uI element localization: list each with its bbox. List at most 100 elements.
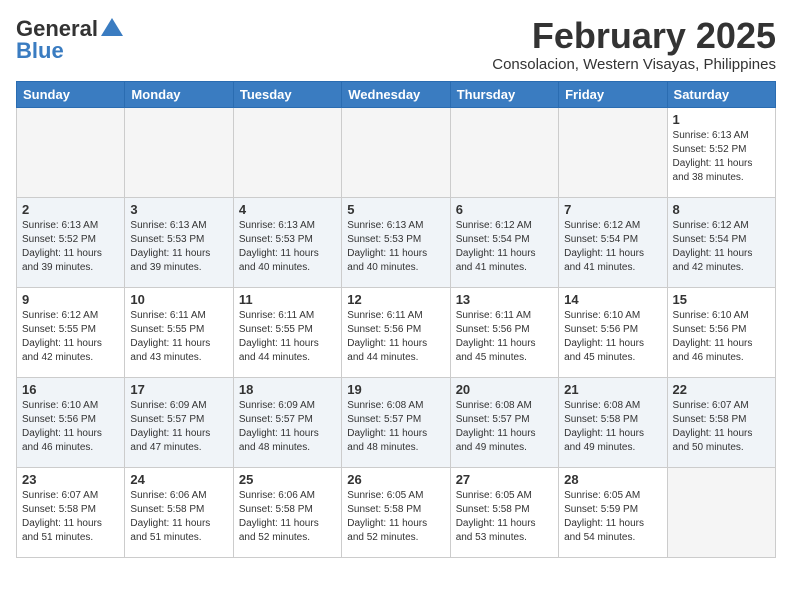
day-info: Sunrise: 6:13 AM Sunset: 5:52 PM Dayligh… (673, 129, 770, 185)
day-info: Sunrise: 6:12 AM Sunset: 5:54 PM Dayligh… (456, 219, 553, 275)
day-info: Sunrise: 6:10 AM Sunset: 5:56 PM Dayligh… (673, 309, 770, 365)
calendar-day-cell: 2 Sunrise: 6:13 AM Sunset: 5:52 PM Daylig… (17, 197, 125, 287)
day-info: Sunrise: 6:13 AM Sunset: 5:53 PM Dayligh… (130, 219, 227, 275)
title-block: February 2025 Consolacion, Western Visay… (492, 16, 776, 73)
day-number: 6 (456, 202, 553, 217)
calendar-week-row: 23 Sunrise: 6:07 AM Sunset: 5:58 PM Dayli… (17, 467, 776, 557)
calendar-week-row: 16Sunrise: 6:10 AM Sunset: 5:56 PM Dayli… (17, 377, 776, 467)
calendar-day-cell: 8Sunrise: 6:12 AM Sunset: 5:54 PM Daylig… (667, 197, 775, 287)
day-number: 11 (239, 292, 336, 307)
day-info: Sunrise: 6:06 AM Sunset: 5:58 PM Dayligh… (239, 489, 336, 545)
calendar-day-cell: 5 Sunrise: 6:13 AM Sunset: 5:53 PM Daylig… (342, 197, 450, 287)
calendar-day-cell: 25 Sunrise: 6:06 AM Sunset: 5:58 PM Dayli… (233, 467, 341, 557)
day-number: 21 (564, 382, 661, 397)
calendar-day-cell: 3 Sunrise: 6:13 AM Sunset: 5:53 PM Daylig… (125, 197, 233, 287)
calendar-day-cell (667, 467, 775, 557)
day-info: Sunrise: 6:08 AM Sunset: 5:57 PM Dayligh… (347, 399, 444, 455)
calendar-day-cell: 12 Sunrise: 6:11 AM Sunset: 5:56 PM Dayli… (342, 287, 450, 377)
calendar-day-cell: 13 Sunrise: 6:11 AM Sunset: 5:56 PM Dayli… (450, 287, 558, 377)
calendar-table: SundayMondayTuesdayWednesdayThursdayFrid… (16, 81, 776, 558)
day-number: 22 (673, 382, 770, 397)
day-number: 12 (347, 292, 444, 307)
calendar-day-cell: 17 Sunrise: 6:09 AM Sunset: 5:57 PM Dayli… (125, 377, 233, 467)
day-info: Sunrise: 6:06 AM Sunset: 5:58 PM Dayligh… (130, 489, 227, 545)
day-number: 9 (22, 292, 119, 307)
day-info: Sunrise: 6:07 AM Sunset: 5:58 PM Dayligh… (673, 399, 770, 455)
day-info: Sunrise: 6:07 AM Sunset: 5:58 PM Dayligh… (22, 489, 119, 545)
day-number: 27 (456, 472, 553, 487)
calendar-day-cell: 15 Sunrise: 6:10 AM Sunset: 5:56 PM Dayli… (667, 287, 775, 377)
calendar-week-row: 2 Sunrise: 6:13 AM Sunset: 5:52 PM Daylig… (17, 197, 776, 287)
day-number: 20 (456, 382, 553, 397)
day-info: Sunrise: 6:09 AM Sunset: 5:57 PM Dayligh… (130, 399, 227, 455)
day-info: Sunrise: 6:12 AM Sunset: 5:54 PM Dayligh… (564, 219, 661, 275)
calendar-day-cell: 26 Sunrise: 6:05 AM Sunset: 5:58 PM Dayli… (342, 467, 450, 557)
day-number: 23 (22, 472, 119, 487)
day-number: 14 (564, 292, 661, 307)
calendar-day-cell (233, 107, 341, 197)
day-number: 2 (22, 202, 119, 217)
weekday-header-thursday: Thursday (450, 81, 558, 107)
calendar-day-cell: 6 Sunrise: 6:12 AM Sunset: 5:54 PM Daylig… (450, 197, 558, 287)
day-info: Sunrise: 6:05 AM Sunset: 5:58 PM Dayligh… (347, 489, 444, 545)
day-number: 1 (673, 112, 770, 127)
calendar-day-cell: 22 Sunrise: 6:07 AM Sunset: 5:58 PM Dayli… (667, 377, 775, 467)
day-info: Sunrise: 6:05 AM Sunset: 5:59 PM Dayligh… (564, 489, 661, 545)
day-info: Sunrise: 6:11 AM Sunset: 5:55 PM Dayligh… (239, 309, 336, 365)
day-number: 10 (130, 292, 227, 307)
weekday-header-friday: Friday (559, 81, 667, 107)
day-number: 24 (130, 472, 227, 487)
weekday-header-monday: Monday (125, 81, 233, 107)
calendar-day-cell: 4 Sunrise: 6:13 AM Sunset: 5:53 PM Daylig… (233, 197, 341, 287)
calendar-day-cell: 11 Sunrise: 6:11 AM Sunset: 5:55 PM Dayli… (233, 287, 341, 377)
calendar-day-cell: 14 Sunrise: 6:10 AM Sunset: 5:56 PM Dayli… (559, 287, 667, 377)
weekday-header-sunday: Sunday (17, 81, 125, 107)
day-info: Sunrise: 6:11 AM Sunset: 5:55 PM Dayligh… (130, 309, 227, 365)
day-info: Sunrise: 6:12 AM Sunset: 5:55 PM Dayligh… (22, 309, 119, 365)
day-info: Sunrise: 6:13 AM Sunset: 5:53 PM Dayligh… (239, 219, 336, 275)
calendar-day-cell (342, 107, 450, 197)
location-subtitle: Consolacion, Western Visayas, Philippine… (492, 56, 776, 73)
day-number: 25 (239, 472, 336, 487)
day-info: Sunrise: 6:11 AM Sunset: 5:56 PM Dayligh… (456, 309, 553, 365)
weekday-header-saturday: Saturday (667, 81, 775, 107)
day-info: Sunrise: 6:11 AM Sunset: 5:56 PM Dayligh… (347, 309, 444, 365)
calendar-day-cell: 20 Sunrise: 6:08 AM Sunset: 5:57 PM Dayli… (450, 377, 558, 467)
logo-icon (101, 18, 123, 36)
day-info: Sunrise: 6:09 AM Sunset: 5:57 PM Dayligh… (239, 399, 336, 455)
calendar-day-cell: 23 Sunrise: 6:07 AM Sunset: 5:58 PM Dayli… (17, 467, 125, 557)
weekday-header-wednesday: Wednesday (342, 81, 450, 107)
day-number: 8 (673, 202, 770, 217)
day-number: 13 (456, 292, 553, 307)
day-info: Sunrise: 6:10 AM Sunset: 5:56 PM Dayligh… (564, 309, 661, 365)
day-number: 15 (673, 292, 770, 307)
calendar-day-cell: 19Sunrise: 6:08 AM Sunset: 5:57 PM Dayli… (342, 377, 450, 467)
day-info: Sunrise: 6:13 AM Sunset: 5:53 PM Dayligh… (347, 219, 444, 275)
day-number: 28 (564, 472, 661, 487)
logo: General Blue (16, 16, 123, 64)
calendar-week-row: 9 Sunrise: 6:12 AM Sunset: 5:55 PM Daylig… (17, 287, 776, 377)
day-number: 17 (130, 382, 227, 397)
calendar-day-cell: 28 Sunrise: 6:05 AM Sunset: 5:59 PM Dayli… (559, 467, 667, 557)
day-info: Sunrise: 6:10 AM Sunset: 5:56 PM Dayligh… (22, 399, 119, 455)
day-number: 18 (239, 382, 336, 397)
day-number: 4 (239, 202, 336, 217)
day-info: Sunrise: 6:13 AM Sunset: 5:52 PM Dayligh… (22, 219, 119, 275)
day-number: 3 (130, 202, 227, 217)
calendar-day-cell: 24 Sunrise: 6:06 AM Sunset: 5:58 PM Dayli… (125, 467, 233, 557)
day-number: 5 (347, 202, 444, 217)
calendar-day-cell: 9 Sunrise: 6:12 AM Sunset: 5:55 PM Daylig… (17, 287, 125, 377)
calendar-day-cell (17, 107, 125, 197)
calendar-day-cell: 7 Sunrise: 6:12 AM Sunset: 5:54 PM Daylig… (559, 197, 667, 287)
calendar-day-cell: 27Sunrise: 6:05 AM Sunset: 5:58 PM Dayli… (450, 467, 558, 557)
calendar-day-cell: 1 Sunrise: 6:13 AM Sunset: 5:52 PM Daylig… (667, 107, 775, 197)
day-info: Sunrise: 6:08 AM Sunset: 5:57 PM Dayligh… (456, 399, 553, 455)
month-year-title: February 2025 (492, 16, 776, 56)
calendar-week-row: 1 Sunrise: 6:13 AM Sunset: 5:52 PM Daylig… (17, 107, 776, 197)
day-info: Sunrise: 6:08 AM Sunset: 5:58 PM Dayligh… (564, 399, 661, 455)
calendar-day-cell: 18 Sunrise: 6:09 AM Sunset: 5:57 PM Dayli… (233, 377, 341, 467)
day-number: 26 (347, 472, 444, 487)
calendar-day-cell (125, 107, 233, 197)
day-number: 7 (564, 202, 661, 217)
calendar-day-cell (450, 107, 558, 197)
